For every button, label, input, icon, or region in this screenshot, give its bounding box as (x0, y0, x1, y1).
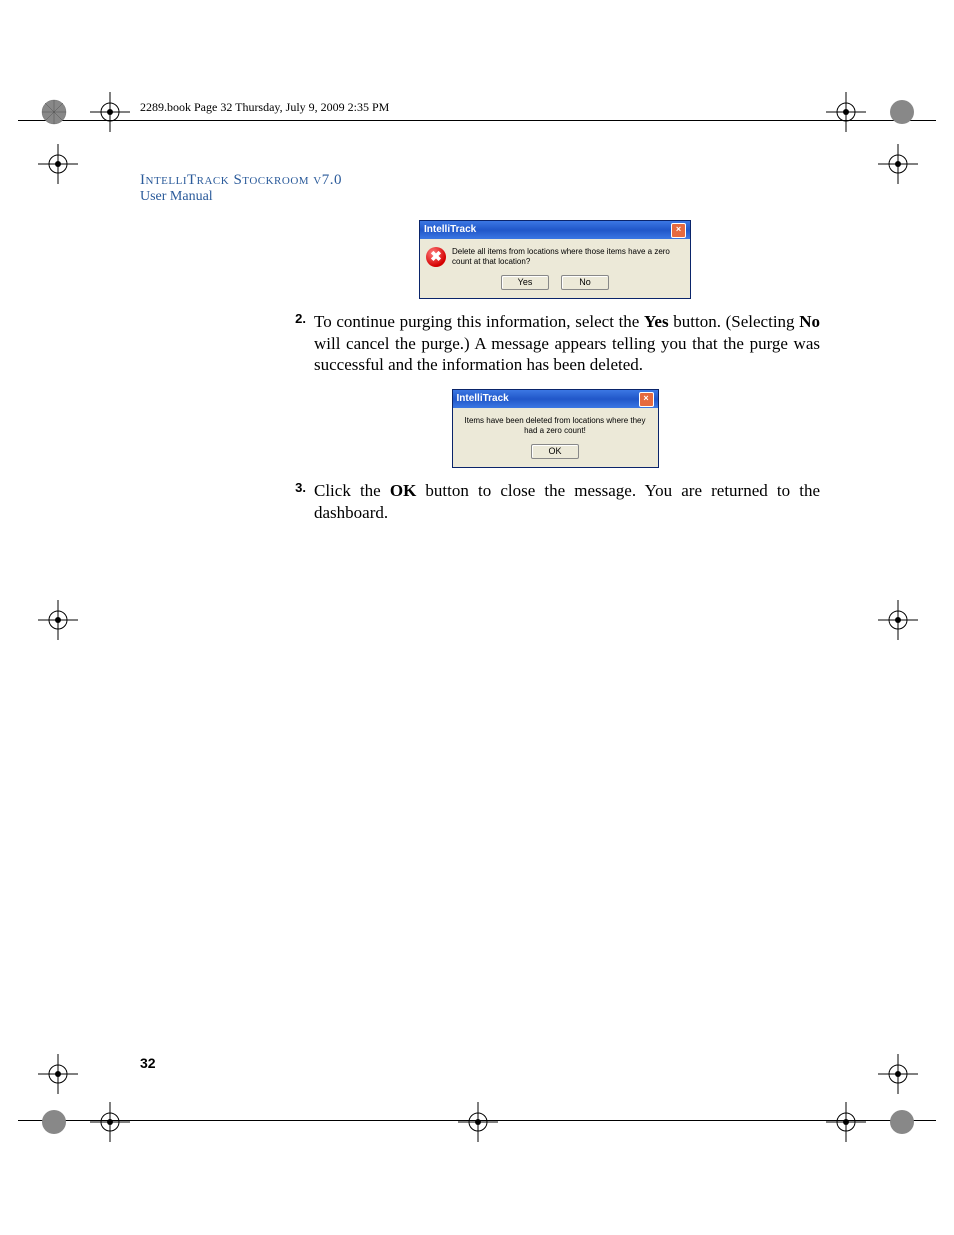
dialog-body: Items have been deleted from locations w… (453, 408, 658, 467)
success-dialog: IntelliTrack × Items have been deleted f… (452, 389, 659, 468)
dialog-message: Items have been deleted from locations w… (459, 416, 652, 436)
step-text: To continue purging this information, se… (314, 311, 820, 375)
sunburst-icon (40, 98, 68, 126)
dialog-message: Delete all items from locations where th… (452, 247, 684, 267)
header-rule (18, 120, 936, 121)
no-button[interactable]: No (561, 275, 609, 290)
page-header: 2289.book Page 32 Thursday, July 9, 2009… (140, 100, 389, 115)
dialog-title: IntelliTrack (424, 224, 476, 237)
registration-mark-icon (38, 144, 78, 184)
close-icon[interactable]: × (671, 223, 686, 238)
step-number: 3. (290, 480, 306, 523)
sunburst-icon (888, 1108, 916, 1136)
step-text: Click the OK button to close the message… (314, 480, 820, 523)
registration-mark-icon (38, 1054, 78, 1094)
registration-mark-icon (826, 1102, 866, 1142)
registration-mark-icon (90, 1102, 130, 1142)
registration-mark-icon (878, 600, 918, 640)
registration-mark-icon (878, 144, 918, 184)
registration-mark-icon (90, 92, 130, 132)
close-icon[interactable]: × (639, 392, 654, 407)
dialog-titlebar: IntelliTrack × (420, 221, 690, 239)
dialog-title: IntelliTrack (457, 393, 509, 406)
step-3: 3. Click the OK button to close the mess… (290, 480, 820, 523)
document-title: IntelliTrack Stockroom v7.0 User Manual (140, 172, 342, 205)
page-number: 32 (140, 1055, 156, 1071)
yes-button[interactable]: Yes (501, 275, 549, 290)
ok-button[interactable]: OK (531, 444, 579, 459)
dialog-titlebar: IntelliTrack × (453, 390, 658, 408)
registration-mark-icon (458, 1102, 498, 1142)
sunburst-icon (40, 1108, 68, 1136)
registration-mark-icon (38, 600, 78, 640)
error-icon: ✖ (426, 247, 446, 267)
registration-mark-icon (826, 92, 866, 132)
registration-mark-icon (878, 1054, 918, 1094)
step-2: 2. To continue purging this information,… (290, 311, 820, 375)
sunburst-icon (888, 98, 916, 126)
confirm-dialog: IntelliTrack × ✖ Delete all items from l… (419, 220, 691, 299)
step-number: 2. (290, 311, 306, 375)
doc-subtitle: User Manual (140, 189, 342, 205)
dialog-body: ✖ Delete all items from locations where … (420, 239, 690, 298)
product-name: IntelliTrack Stockroom v7.0 (140, 172, 342, 189)
main-content: IntelliTrack × ✖ Delete all items from l… (290, 220, 820, 523)
